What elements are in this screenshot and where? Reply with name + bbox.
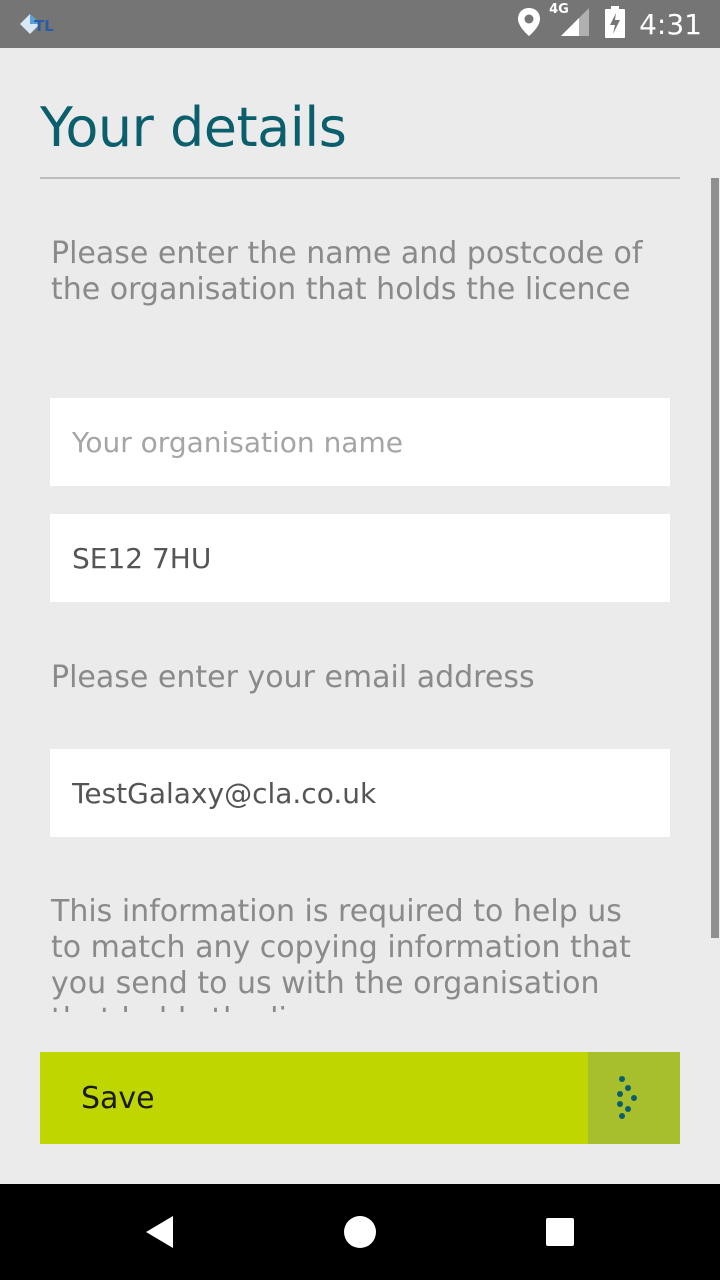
home-button[interactable] [312,1184,408,1280]
email-field-container [50,749,670,837]
app-notification-icon: TL [16,10,56,38]
status-bar: TL 4G 4:31 [0,0,720,48]
svg-text:TL: TL [34,17,54,35]
save-icon-container [588,1052,680,1144]
info-text: This information is required to help us … [51,894,631,1012]
cellular-signal-icon: 4G [549,2,591,42]
org-name-input[interactable] [70,424,650,460]
location-icon [517,7,541,41]
dots-arrow-icon [617,1076,637,1119]
recents-icon [546,1218,574,1246]
back-button[interactable] [112,1184,208,1280]
org-instruction: Please enter the name and postcode of th… [51,236,643,307]
recents-button[interactable] [512,1184,608,1280]
postcode-field-container [50,514,670,602]
postcode-input[interactable] [70,540,650,576]
scrollbar[interactable] [711,178,719,938]
save-button-label: Save [81,1080,155,1116]
status-time: 4:31 [639,7,702,41]
email-instruction: Please enter your email address [51,660,535,695]
org-name-field-container [50,398,670,486]
info-text-clip: This information is required to help us … [0,890,720,1012]
save-button[interactable]: Save [40,1052,680,1144]
email-input[interactable] [70,775,650,811]
navigation-bar [0,1184,720,1280]
back-icon [146,1216,173,1248]
network-type-label: 4G [549,2,569,17]
battery-charging-icon [605,6,626,42]
home-icon [344,1216,376,1248]
status-icons: 4G 4:31 [503,0,702,48]
page-title: Your details [40,96,347,159]
title-divider [40,177,680,179]
